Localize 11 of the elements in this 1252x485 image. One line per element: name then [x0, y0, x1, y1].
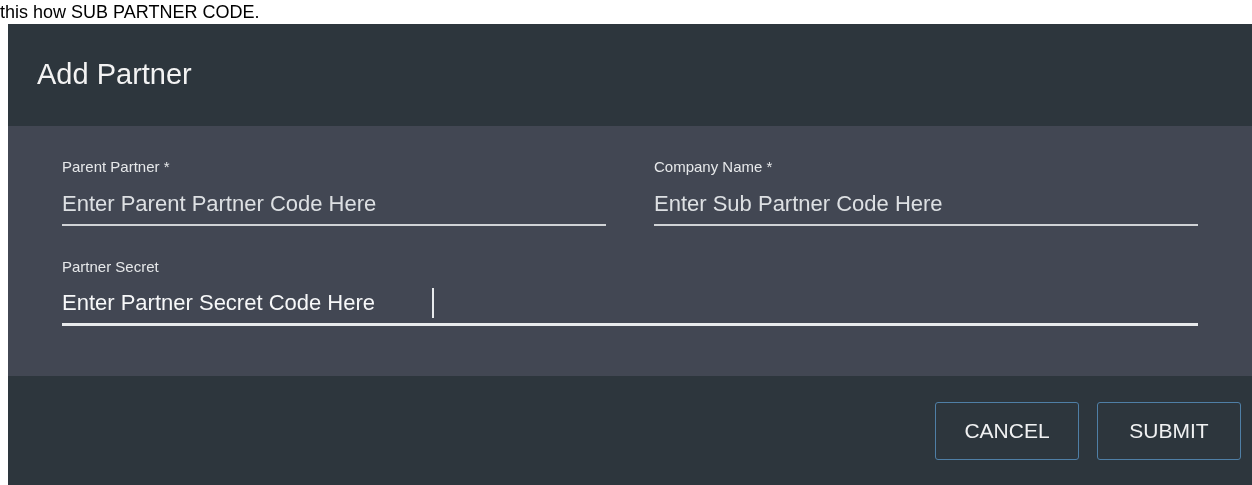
input-field[interactable]: Enter Partner Secret Code Here — [62, 286, 428, 319]
text-cursor — [432, 287, 434, 318]
page-text: this how SUB PARTNER CODE. — [0, 3, 260, 21]
input-field[interactable]: Enter Sub Partner Code Here — [654, 186, 981, 220]
submit-button[interactable]: SUBMIT — [1097, 401, 1241, 460]
field-label: Partner Secret — [62, 256, 159, 277]
field-label: Parent Partner * — [62, 157, 170, 177]
field-label: Company Name * — [654, 157, 773, 177]
dialog-title: Add Partner — [37, 57, 192, 93]
cancel-button[interactable]: CANCEL — [935, 401, 1079, 460]
input-field[interactable]: Enter Parent Partner Code Here — [62, 186, 428, 220]
